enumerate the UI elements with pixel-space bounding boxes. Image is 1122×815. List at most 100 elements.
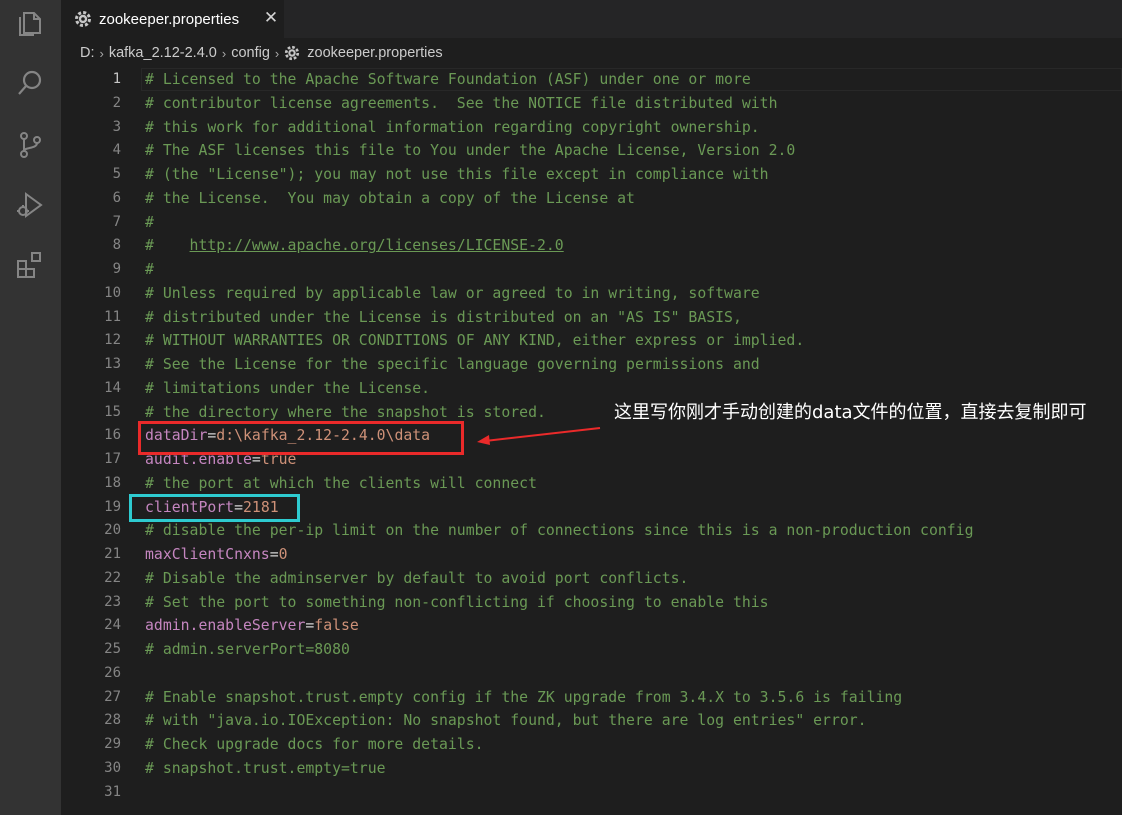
code-line: # admin.serverPort=8080 bbox=[145, 638, 350, 662]
line-number: 29 bbox=[104, 736, 121, 752]
property-key: admin.enableServer bbox=[145, 617, 306, 635]
search-icon[interactable] bbox=[13, 66, 47, 100]
code-line: admin.enableServer=false bbox=[145, 614, 359, 638]
comment-text: # Set the port to something non-conflict… bbox=[145, 593, 769, 611]
line-number: 25 bbox=[104, 641, 121, 657]
equals-sign: = bbox=[305, 617, 315, 635]
tab-zookeeper-properties[interactable]: zookeeper.properties ✕ bbox=[61, 0, 284, 38]
code-line: # Enable snapshot.trust.empty config if … bbox=[145, 686, 902, 710]
line-number: 30 bbox=[104, 759, 121, 776]
line-number: 22 bbox=[104, 569, 121, 586]
code-line: # bbox=[145, 258, 154, 282]
activity-bar bbox=[0, 0, 61, 815]
line-number: 19 bbox=[104, 498, 121, 515]
comment-text: # (the "License"); you may not use this … bbox=[145, 166, 769, 183]
code-line: # bbox=[145, 211, 154, 235]
comment-text: # bbox=[145, 261, 154, 278]
line-number: 5 bbox=[112, 166, 121, 182]
breadcrumb-config-folder[interactable]: config bbox=[231, 45, 270, 61]
comment-text: # Enable snapshot.trust.empty config if … bbox=[145, 688, 903, 706]
code-line: # The ASF licenses this file to You unde… bbox=[145, 139, 795, 163]
comment-text: # limitations under the License. bbox=[145, 379, 431, 397]
comment-text: # the directory where the snapshot is st… bbox=[145, 403, 546, 421]
comment-text: # The ASF licenses this file to You unde… bbox=[145, 142, 796, 160]
breadcrumb-drive[interactable]: D: bbox=[80, 45, 95, 61]
editor-tabs: zookeeper.properties ✕ bbox=[61, 0, 1122, 38]
code-line: # Licensed to the Apache Software Founda… bbox=[145, 68, 751, 92]
breadcrumb-file[interactable]: zookeeper.properties bbox=[307, 45, 442, 61]
comment-text: # Licensed to the Apache Software Founda… bbox=[145, 71, 751, 88]
comment-text: # disable the per-ip limit on the number… bbox=[145, 522, 974, 540]
line-number: 23 bbox=[104, 593, 121, 610]
comment-text: # bbox=[145, 237, 190, 255]
breadcrumb-kafka-folder[interactable]: kafka_2.12-2.4.0 bbox=[109, 45, 217, 61]
code-line: # contributor license agreements. See th… bbox=[145, 92, 778, 116]
code-line: # the License. You may obtain a copy of … bbox=[145, 187, 635, 211]
line-number: 7 bbox=[112, 213, 121, 230]
explorer-icon[interactable] bbox=[13, 6, 47, 40]
line-number: 8 bbox=[112, 237, 121, 254]
code-line: # distributed under the License is distr… bbox=[145, 306, 742, 330]
line-number: 27 bbox=[104, 688, 121, 705]
comment-text: # admin.serverPort=8080 bbox=[145, 641, 350, 658]
chevron-right-icon: › bbox=[274, 45, 280, 61]
line-number: 14 bbox=[104, 379, 121, 396]
line-number: 10 bbox=[104, 284, 121, 301]
highlight-box-clientport bbox=[129, 494, 300, 522]
code-line: # the port at which the clients will con… bbox=[145, 472, 537, 496]
comment-text: # WITHOUT WARRANTIES OR CONDITIONS OF AN… bbox=[145, 332, 805, 350]
comment-text: # bbox=[145, 213, 154, 231]
run-debug-icon[interactable] bbox=[13, 188, 47, 222]
comment-text: # See the License for the specific langu… bbox=[145, 356, 760, 373]
code-line: # Set the port to something non-conflict… bbox=[145, 591, 769, 615]
line-number: 20 bbox=[104, 522, 121, 539]
code-line: # with "java.io.IOException: No snapshot… bbox=[145, 709, 867, 733]
annotation-arrow bbox=[477, 427, 601, 445]
code-line: # limitations under the License. bbox=[145, 377, 430, 401]
code-line: # http://www.apache.org/licenses/LICENSE… bbox=[145, 234, 564, 258]
extensions-icon[interactable] bbox=[13, 248, 47, 282]
code-line: # Check upgrade docs for more details. bbox=[145, 733, 484, 757]
code-line: # snapshot.trust.empty=true bbox=[145, 757, 386, 781]
line-number: 28 bbox=[104, 712, 121, 729]
source-control-icon[interactable] bbox=[13, 128, 47, 162]
comment-text: # Unless required by applicable law or a… bbox=[145, 284, 760, 302]
code-line: # See the License for the specific langu… bbox=[145, 353, 760, 377]
line-number: 15 bbox=[104, 403, 121, 420]
tab-label: zookeeper.properties bbox=[99, 10, 240, 28]
comment-text: # distributed under the License is distr… bbox=[145, 308, 742, 326]
line-number: 17 bbox=[104, 451, 121, 467]
comment-text: # Disable the adminserver by default to … bbox=[145, 569, 689, 587]
comment-text: # with "java.io.IOException: No snapshot… bbox=[145, 712, 867, 730]
license-link[interactable]: http://www.apache.org/licenses/LICENSE-2… bbox=[190, 237, 564, 254]
line-number: 2 bbox=[112, 94, 121, 111]
comment-text: # the License. You may obtain a copy of … bbox=[145, 189, 635, 207]
code-line: # Unless required by applicable law or a… bbox=[145, 282, 760, 306]
line-number: 12 bbox=[104, 332, 121, 349]
line-number: 3 bbox=[112, 118, 121, 135]
line-number: 4 bbox=[112, 142, 121, 159]
code-line: # (the "License"); you may not use this … bbox=[145, 163, 769, 187]
code-line: maxClientCnxns=0 bbox=[145, 543, 288, 567]
comment-text: # snapshot.trust.empty=true bbox=[145, 759, 386, 777]
breadcrumb: D: › kafka_2.12-2.4.0 › config › zookeep… bbox=[61, 38, 1122, 68]
comment-text: # contributor license agreements. See th… bbox=[145, 94, 778, 112]
annotation-note: 这里写你刚才手动创建的data文件的位置，直接去复制即可 bbox=[614, 402, 1087, 423]
code-line: # this work for additional information r… bbox=[145, 116, 760, 140]
line-number: 9 bbox=[112, 261, 121, 277]
line-number: 16 bbox=[104, 427, 121, 444]
highlight-box-datadir bbox=[138, 421, 464, 455]
chevron-right-icon: › bbox=[99, 45, 104, 61]
line-number: 1 bbox=[112, 71, 121, 87]
close-icon[interactable]: ✕ bbox=[261, 8, 281, 28]
comment-text: # this work for additional information r… bbox=[145, 118, 760, 136]
gear-icon bbox=[75, 11, 91, 27]
code-line: # disable the per-ip limit on the number… bbox=[145, 519, 974, 543]
code-line: # WITHOUT WARRANTIES OR CONDITIONS OF AN… bbox=[145, 329, 804, 353]
line-number: 31 bbox=[104, 783, 121, 800]
chevron-right-icon: › bbox=[221, 45, 227, 61]
line-number: 11 bbox=[104, 308, 121, 325]
line-number: 24 bbox=[104, 617, 121, 634]
property-value: false bbox=[314, 617, 359, 635]
line-number: 18 bbox=[104, 474, 121, 491]
